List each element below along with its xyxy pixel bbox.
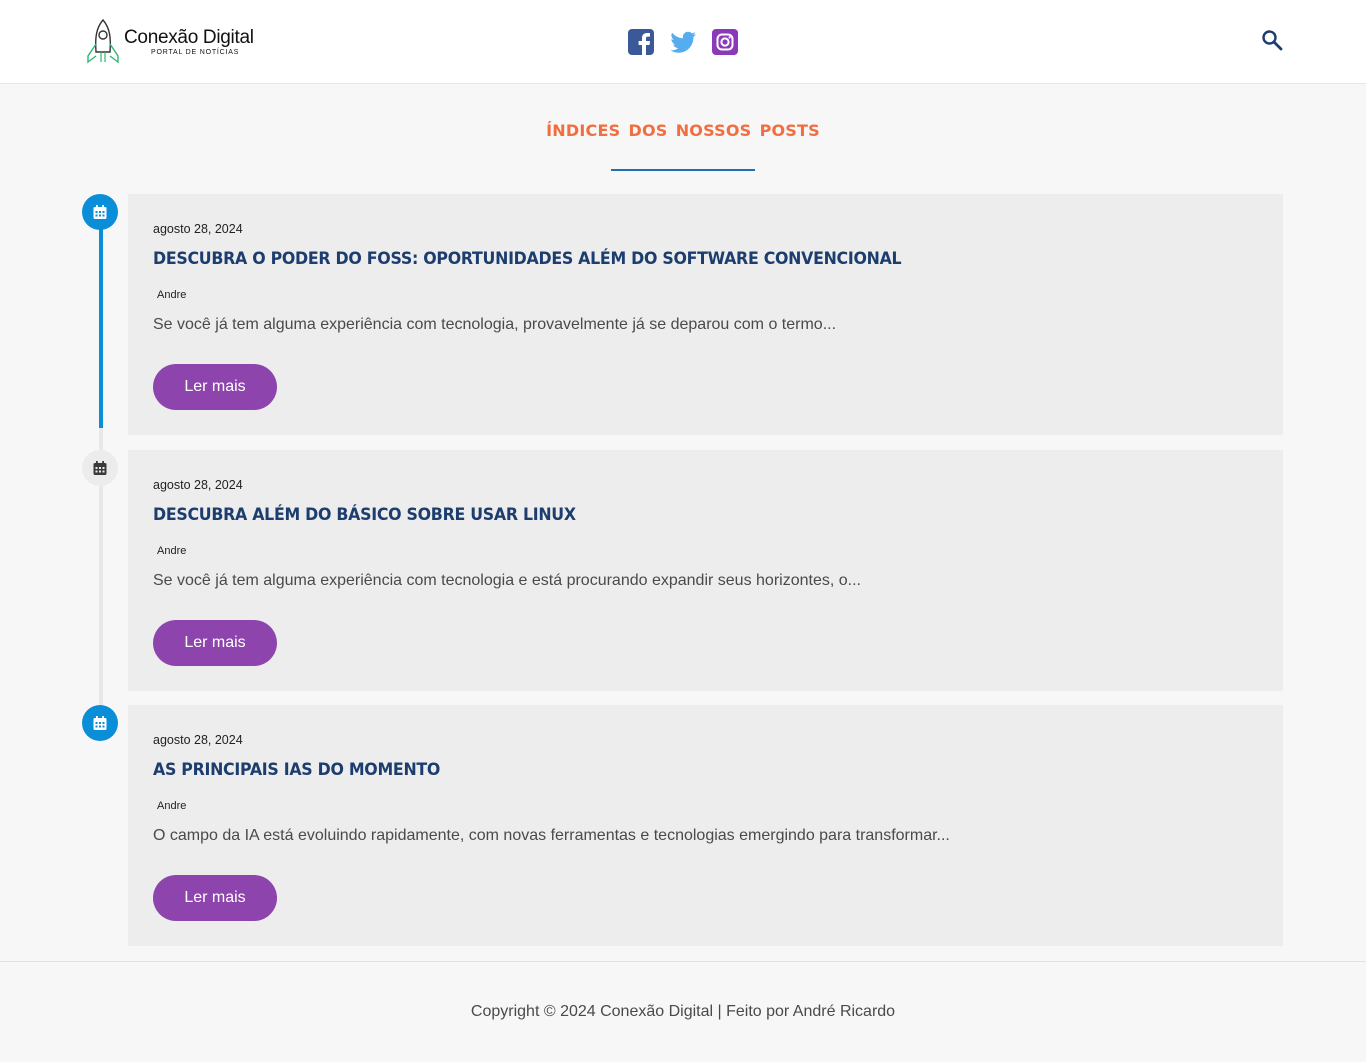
post-excerpt: Se você já tem alguma experiência com te… — [153, 316, 837, 333]
post-card: agosto 28, 2024 Descubra o Poder do FOSS… — [128, 194, 1283, 435]
site-logo[interactable]: Conexão Digital PORTAL DE NOTÍCIAS — [84, 18, 254, 66]
title-underline — [611, 169, 755, 171]
timeline-progress — [99, 210, 103, 428]
facebook-icon[interactable] — [627, 28, 655, 56]
post-author[interactable]: Andre — [157, 545, 186, 557]
post-card: agosto 28, 2024 As principais IAs do mom… — [128, 705, 1283, 946]
post-date: agosto 28, 2024 — [153, 478, 243, 492]
post-date: agosto 28, 2024 — [153, 733, 243, 747]
post-title[interactable]: Descubra Além do Básico Sobre Usar Linux — [153, 505, 576, 525]
post-excerpt: Se você já tem alguma experiência com te… — [153, 572, 861, 589]
site-footer: Copyright © 2024 Conexão Digital | Feito… — [0, 961, 1366, 1062]
calendar-icon — [82, 194, 118, 230]
post-title[interactable]: As principais IAs do momento — [153, 760, 440, 780]
post-author[interactable]: Andre — [157, 289, 186, 301]
post-title[interactable]: Descubra o Poder do FOSS: Oportunidades … — [153, 249, 902, 269]
logo-subtitle: PORTAL DE NOTÍCIAS — [151, 49, 240, 56]
post-excerpt: O campo da IA está evoluindo rapidamente… — [153, 827, 950, 844]
read-more-button[interactable]: Ler mais — [153, 364, 277, 410]
calendar-icon — [82, 705, 118, 741]
twitter-icon[interactable] — [669, 28, 697, 56]
page-title: Índices dos Nossos Posts — [546, 116, 820, 142]
post-author[interactable]: Andre — [157, 800, 186, 812]
footer-copyright: Copyright © 2024 Conexão Digital | Feito… — [470, 1003, 896, 1020]
read-more-button[interactable]: Ler mais — [153, 620, 277, 666]
calendar-icon — [82, 450, 118, 486]
logo-title: Conexão Digital — [124, 27, 254, 48]
post-card: agosto 28, 2024 Descubra Além do Básico … — [128, 450, 1283, 691]
social-links — [627, 28, 739, 56]
post-date: agosto 28, 2024 — [153, 222, 243, 236]
read-more-button[interactable]: Ler mais — [153, 875, 277, 921]
search-icon[interactable] — [1260, 28, 1284, 52]
logo-text: Conexão Digital PORTAL DE NOTÍCIAS — [124, 27, 254, 57]
rocket-logo-icon — [87, 18, 119, 64]
site-header: Conexão Digital PORTAL DE NOTÍCIAS — [0, 0, 1366, 84]
instagram-icon[interactable] — [711, 28, 739, 56]
